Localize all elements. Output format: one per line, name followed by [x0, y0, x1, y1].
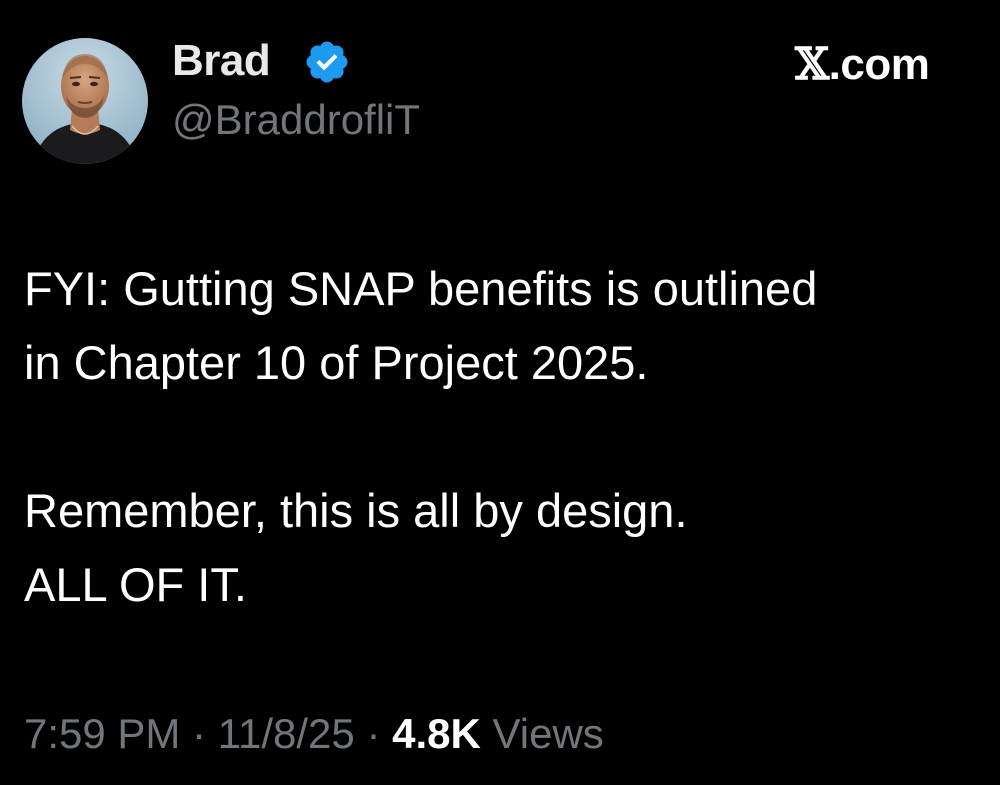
x-com-brand: 𝕏.com	[795, 39, 930, 90]
verified-badge-icon	[306, 41, 348, 83]
views-label: Views	[492, 710, 604, 757]
tweet-time[interactable]: 7:59 PM	[24, 710, 180, 757]
tweet-line: FYI: Gutting SNAP benefits is outlined	[24, 262, 818, 315]
tweet-card: Brad @BraddrofliT 𝕏.com FYI: Gutting SNA…	[0, 0, 1000, 785]
tweet-date[interactable]: 11/8/25	[218, 710, 355, 757]
tweet-line: ALL OF IT.	[24, 558, 247, 611]
tweet-line: Remember, this is all by design.	[24, 484, 688, 537]
meta-separator: ·	[366, 710, 381, 757]
avatar-photo	[22, 38, 148, 164]
avatar[interactable]	[22, 38, 148, 164]
meta-separator: ·	[192, 710, 207, 757]
author-handle[interactable]: @BraddrofliT	[172, 96, 420, 144]
tweet-line: in Chapter 10 of Project 2025.	[24, 336, 649, 389]
tweet-text: FYI: Gutting SNAP benefits is outlined i…	[24, 252, 984, 622]
brand-suffix: .com	[828, 40, 930, 89]
x-logo-icon: 𝕏	[795, 39, 829, 90]
tweet-meta: 7:59 PM · 11/8/25 · 4.8K Views	[24, 710, 604, 758]
author-name[interactable]: Brad	[172, 36, 271, 86]
views-count[interactable]: 4.8K	[392, 710, 481, 757]
